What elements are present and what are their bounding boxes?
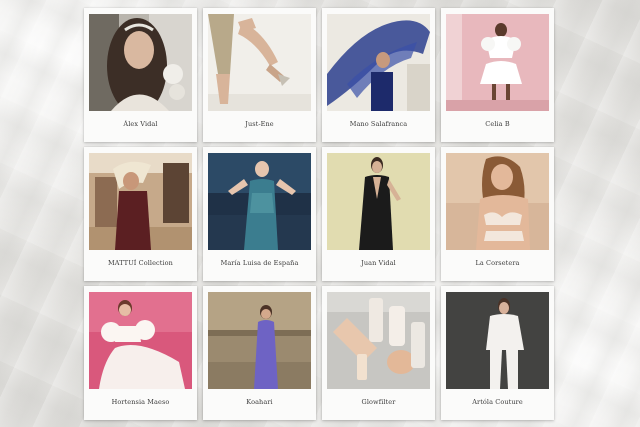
brand-name: Juan Vidal (361, 259, 396, 267)
brand-name: Mano Salafranca (349, 120, 408, 128)
brand-name: La Corsetera (475, 259, 520, 267)
brand-card[interactable]: Koahari (203, 286, 316, 420)
brand-photo (89, 14, 192, 111)
brand-card[interactable]: María Luisa de España (203, 147, 316, 281)
brand-name: Koahari (246, 398, 273, 406)
brand-photo (327, 292, 430, 389)
brand-photo (327, 14, 430, 111)
brand-name: Artóla Couture (472, 398, 523, 406)
brand-name: Just-Ene (245, 120, 274, 128)
brand-card[interactable]: Álex Vidal (84, 8, 197, 142)
brand-photo (89, 292, 192, 389)
brand-name: MATTUÍ Collection (108, 259, 173, 267)
brand-card[interactable]: Just-Ene (203, 8, 316, 142)
brand-polaroid-grid: Álex Vidal Just-Ene Mano Salafranca Celi… (84, 8, 558, 421)
brand-photo (208, 292, 311, 389)
brand-card[interactable]: MATTUÍ Collection (84, 147, 197, 281)
brand-photo (327, 153, 430, 250)
brand-photo (446, 153, 549, 250)
brand-name: Hortensia Maeso (111, 398, 170, 406)
brand-photo (208, 14, 311, 111)
brand-name: Celia B (485, 120, 510, 128)
brand-name: Álex Vidal (123, 120, 158, 128)
brand-photo (208, 153, 311, 250)
brand-name: María Luisa de España (220, 259, 299, 267)
brand-card[interactable]: La Corsetera (441, 147, 554, 281)
brand-card[interactable]: Celia B (441, 8, 554, 142)
brand-card[interactable]: Juan Vidal (322, 147, 435, 281)
brand-photo (446, 14, 549, 111)
brand-name: Glowfilter (361, 398, 396, 406)
brand-card[interactable]: Mano Salafranca (322, 8, 435, 142)
brand-photo (446, 292, 549, 389)
brand-card[interactable]: Artóla Couture (441, 286, 554, 420)
brand-card[interactable]: Glowfilter (322, 286, 435, 420)
brand-card[interactable]: Hortensia Maeso (84, 286, 197, 420)
brand-photo (89, 153, 192, 250)
